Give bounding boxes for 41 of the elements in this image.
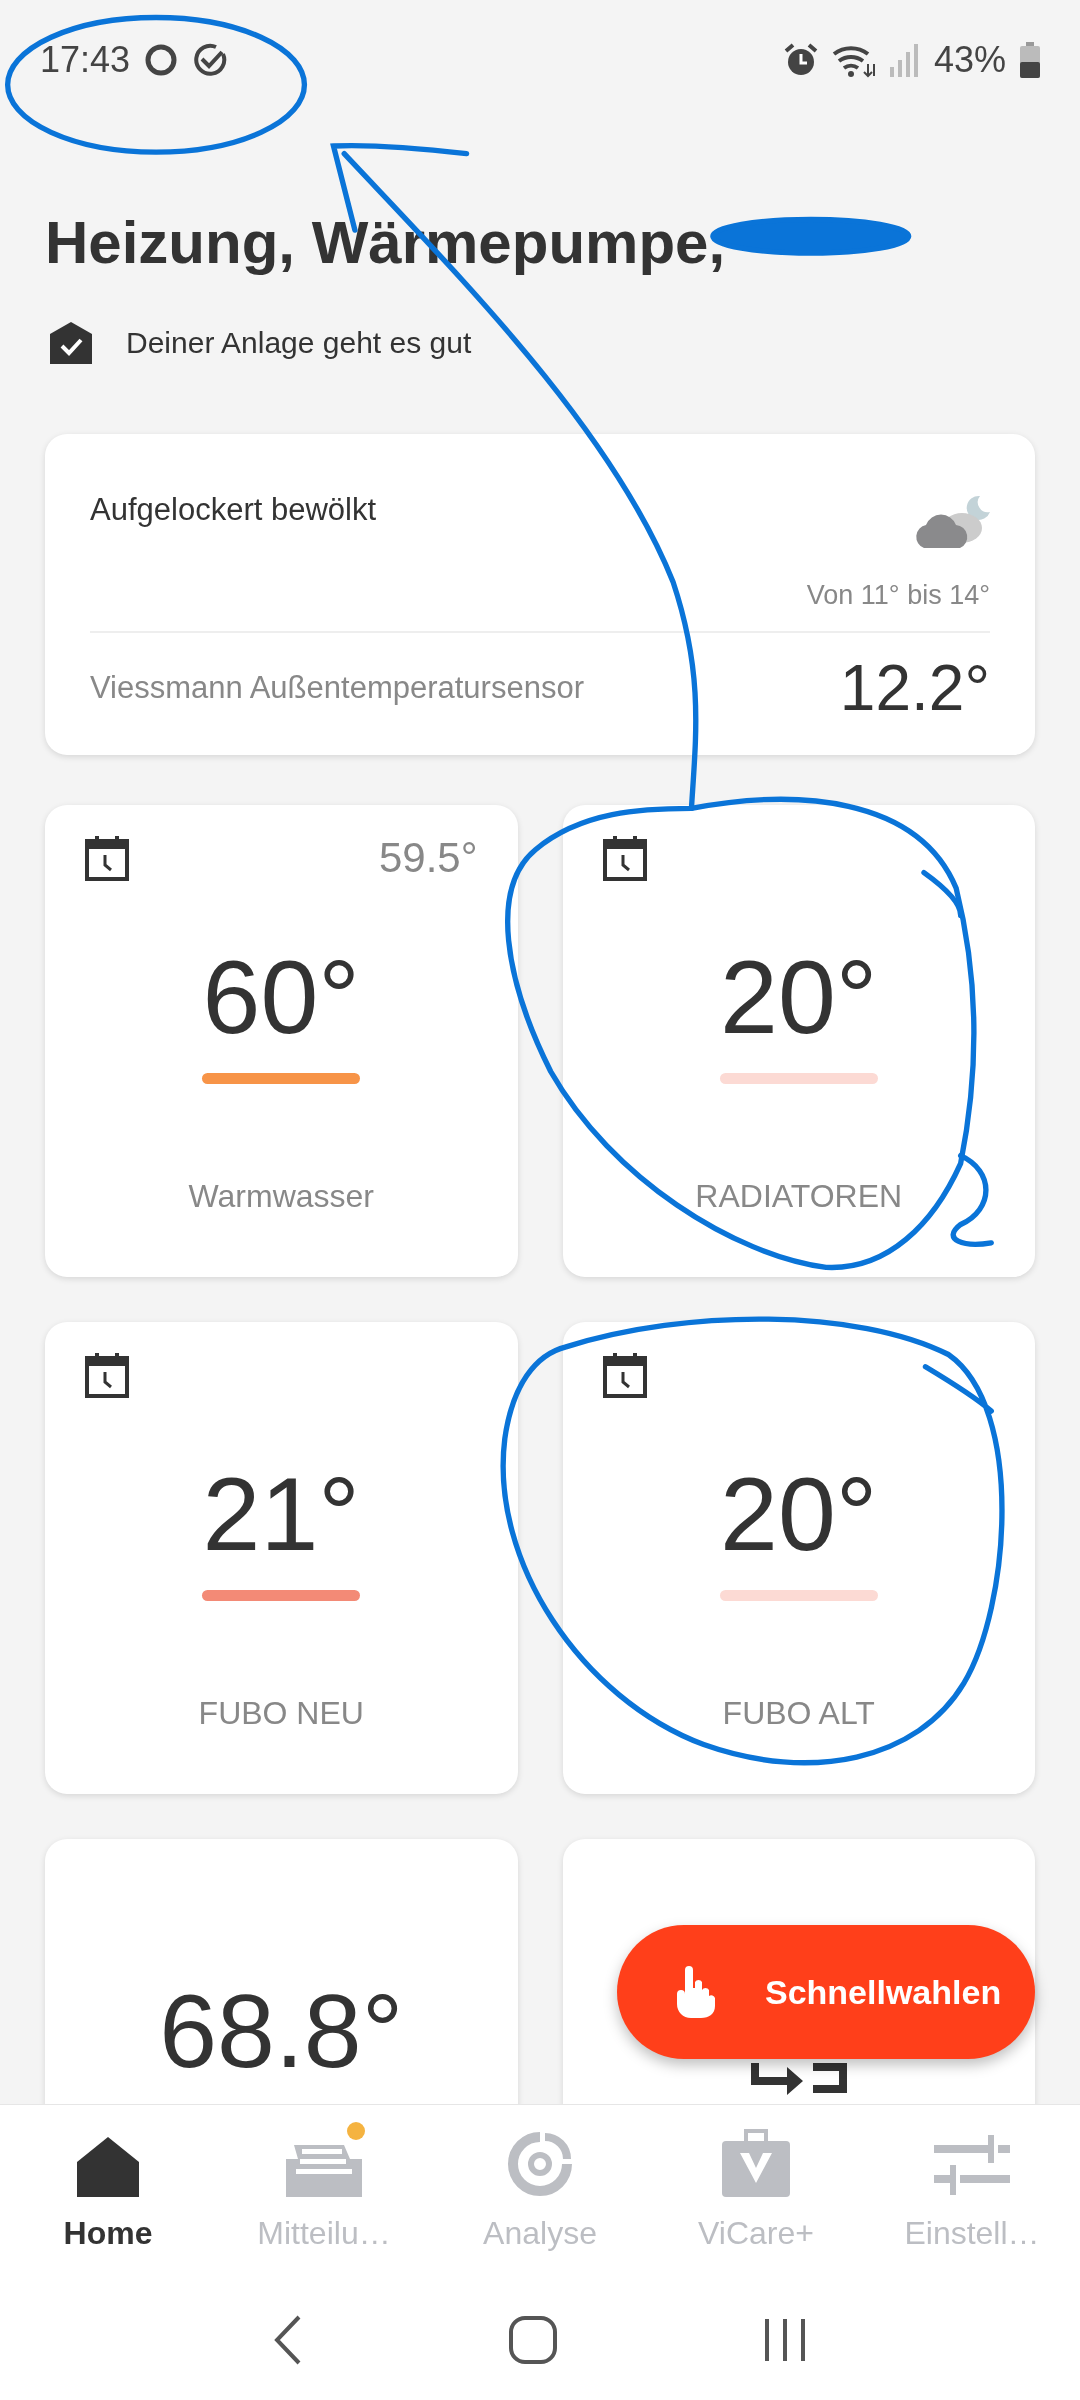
calendar-clock-icon: [85, 835, 129, 881]
target-temperature: 60°: [202, 945, 360, 1049]
circuit-label: RADIATOREN: [695, 1178, 903, 1215]
temperature-value: 68.8°: [159, 1979, 404, 2083]
calendar-clock-icon: [602, 1352, 647, 1398]
donut-chart-icon: [507, 2131, 573, 2197]
signal-icon: [889, 43, 920, 77]
calendar-clock-icon: [602, 835, 647, 881]
battery-icon: [1020, 42, 1040, 78]
temperature-card[interactable]: 68.8°: [45, 1839, 518, 2104]
outside-temperature: 12.2°: [839, 651, 990, 725]
home-button-icon[interactable]: [508, 2315, 558, 2365]
target-temperature: 20°: [720, 945, 878, 1049]
heating-circuit-card[interactable]: 59.5° 60° Warmwasser: [45, 805, 518, 1277]
shield-check-icon: [50, 322, 92, 364]
circle-icon: [144, 43, 179, 77]
circuit-label: FUBO NEU: [198, 1695, 364, 1732]
current-temperature: 59.5°: [378, 834, 478, 882]
weather-card[interactable]: Aufgelockert bewölkt Von 11° bis 14° Viessmann Außentemperatursensor 12.2°: [45, 434, 1035, 755]
circuit-label: FUBO ALT: [722, 1695, 875, 1732]
target-temperature: 21°: [202, 1462, 360, 1566]
back-icon[interactable]: [272, 2315, 303, 2365]
hand-pointer-icon: [675, 1966, 715, 2018]
briefcase-icon: [722, 2129, 790, 2197]
target-temperature: 20°: [720, 1462, 878, 1566]
heating-circuit-card[interactable]: 21° FUBO NEU: [45, 1322, 518, 1794]
weather-condition: Aufgelockert bewölkt: [90, 492, 377, 528]
calendar-clock-icon: [85, 1352, 129, 1398]
circuit-label: Warmwasser: [188, 1178, 374, 1215]
heating-circuit-card[interactable]: 20° RADIATOREN: [562, 805, 1035, 1277]
home-icon: [77, 2137, 139, 2197]
nav-tab[interactable]: Home: [0, 2105, 216, 2280]
check-circle-icon: [192, 42, 229, 78]
heating-circuit-card[interactable]: 20° FUBO ALT: [562, 1322, 1035, 1794]
battery-percentage: 43%: [933, 39, 1006, 81]
temperature-range: Von 11° bis 14°: [806, 580, 990, 611]
quick-actions-button[interactable]: Schnellwahlen: [617, 1925, 1035, 2059]
sensor-name: Viessmann Außentemperatursensor: [90, 670, 584, 706]
alarm-icon: [783, 43, 818, 77]
clock: 17:43: [40, 39, 131, 81]
system-status: Deiner Anlage geht es gut: [126, 326, 472, 360]
